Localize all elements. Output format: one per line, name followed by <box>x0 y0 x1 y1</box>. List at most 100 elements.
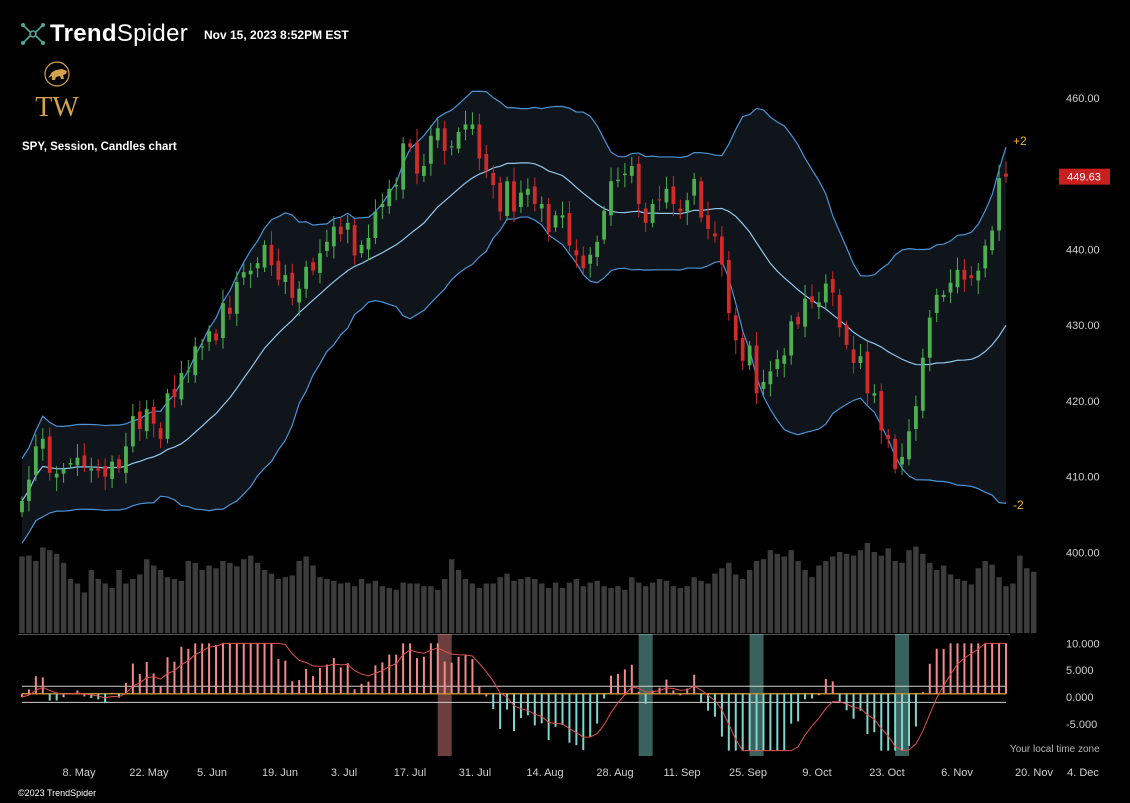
candle-body <box>207 331 212 342</box>
volume-bar <box>178 580 185 633</box>
local-time-zone-label[interactable]: Your local time zone <box>1010 744 1100 755</box>
candle-body <box>740 338 745 361</box>
volume-bar <box>206 565 212 633</box>
candle-body <box>68 463 73 465</box>
candle-body <box>643 208 648 223</box>
chart-canvas[interactable]: 460.00450.00440.00430.00420.00410.00400.… <box>0 0 1130 803</box>
candle-body <box>456 131 461 149</box>
volume-bar <box>338 583 344 633</box>
candle-body <box>525 188 530 195</box>
candle <box>165 388 170 444</box>
volume-bar <box>351 586 358 633</box>
volume-bar <box>33 561 39 633</box>
candle-body <box>650 203 655 223</box>
candle-body <box>733 315 738 341</box>
volume-bar <box>836 552 843 633</box>
candle <box>893 434 898 474</box>
candle-body <box>803 298 807 327</box>
candle-body <box>304 266 309 289</box>
candle-body <box>103 466 108 477</box>
volume-bar <box>518 579 524 633</box>
volume-bar <box>539 583 545 633</box>
volume-bar <box>261 570 268 633</box>
candle-body <box>927 317 932 358</box>
candle-body <box>976 270 981 281</box>
volume-bar <box>594 580 600 633</box>
candle-body <box>428 135 433 164</box>
brand-name-light: Spider <box>116 20 189 47</box>
candle-body <box>761 381 766 389</box>
price-tick-label: 460.00 <box>1066 93 1100 105</box>
volume-bar <box>878 555 884 633</box>
candle-body <box>692 178 697 196</box>
volume-bar <box>462 579 469 633</box>
candle-body <box>214 333 218 341</box>
volume-bar <box>691 577 697 633</box>
candle-body <box>560 215 565 218</box>
candle-body <box>914 406 918 429</box>
volume-bar <box>573 579 580 633</box>
volume-bar <box>407 583 413 633</box>
volume-bar <box>386 588 392 633</box>
candle-body <box>470 124 475 129</box>
volume-bar <box>324 579 330 633</box>
price-tick-label: 410.00 <box>1066 472 1100 484</box>
volume-bar <box>947 574 954 633</box>
volume-bar <box>358 579 365 633</box>
x-tick-label: 20. Nov <box>1015 767 1053 779</box>
volume-bar <box>331 580 337 633</box>
volume-bar <box>1010 583 1016 633</box>
candle-body <box>900 456 904 465</box>
candle-body <box>851 349 856 364</box>
candle-body <box>449 146 454 148</box>
candle-body <box>61 469 66 474</box>
candle-body <box>435 128 440 141</box>
volume-bar <box>185 561 192 633</box>
candle-body <box>422 166 426 176</box>
candle-body <box>33 446 38 476</box>
volume-bar <box>622 589 628 633</box>
volume-bar <box>601 586 607 633</box>
candle-body <box>262 244 267 268</box>
candle-body <box>338 226 343 235</box>
volume-bar <box>19 556 25 633</box>
candle-body <box>719 236 724 265</box>
volume-bar <box>559 588 566 633</box>
volume-bar <box>788 550 794 633</box>
volume-bar <box>677 588 684 633</box>
chart-description: SPY, Session, Candles chart <box>22 141 177 153</box>
volume-bar <box>532 579 538 633</box>
brand: TrendSpider <box>20 20 188 48</box>
candle-body <box>844 325 849 345</box>
candle-body <box>221 303 225 339</box>
candle-body <box>948 282 953 293</box>
volume-bar <box>469 583 476 633</box>
volume-bar <box>137 574 143 633</box>
tw-logo: TW <box>35 61 79 122</box>
candle-body <box>269 244 274 266</box>
bull-icon <box>44 61 70 87</box>
volume-bar <box>455 570 462 633</box>
volume-bar <box>892 561 898 633</box>
x-tick-label: 14. Aug <box>526 767 563 779</box>
volume-bar <box>608 588 614 633</box>
volume-bar <box>123 583 129 633</box>
volume-bar <box>428 586 434 633</box>
volume-bar <box>164 577 171 633</box>
volume-bar <box>476 588 483 633</box>
volume-bar <box>615 586 621 633</box>
x-tick-label: 19. Jun <box>262 767 298 779</box>
candle-body <box>747 345 752 366</box>
x-tick-label: 23. Oct <box>869 767 904 779</box>
volume-bar <box>372 580 379 633</box>
volume-bar <box>109 588 115 633</box>
candle-body <box>816 302 821 307</box>
candle-body <box>796 316 801 325</box>
volume-bar <box>864 543 871 633</box>
volume-bar <box>81 592 88 633</box>
volume-bar <box>296 561 302 633</box>
candle-body <box>394 185 399 187</box>
volume-bar <box>830 556 836 633</box>
candle-body <box>311 262 315 271</box>
candle-body <box>664 188 669 203</box>
